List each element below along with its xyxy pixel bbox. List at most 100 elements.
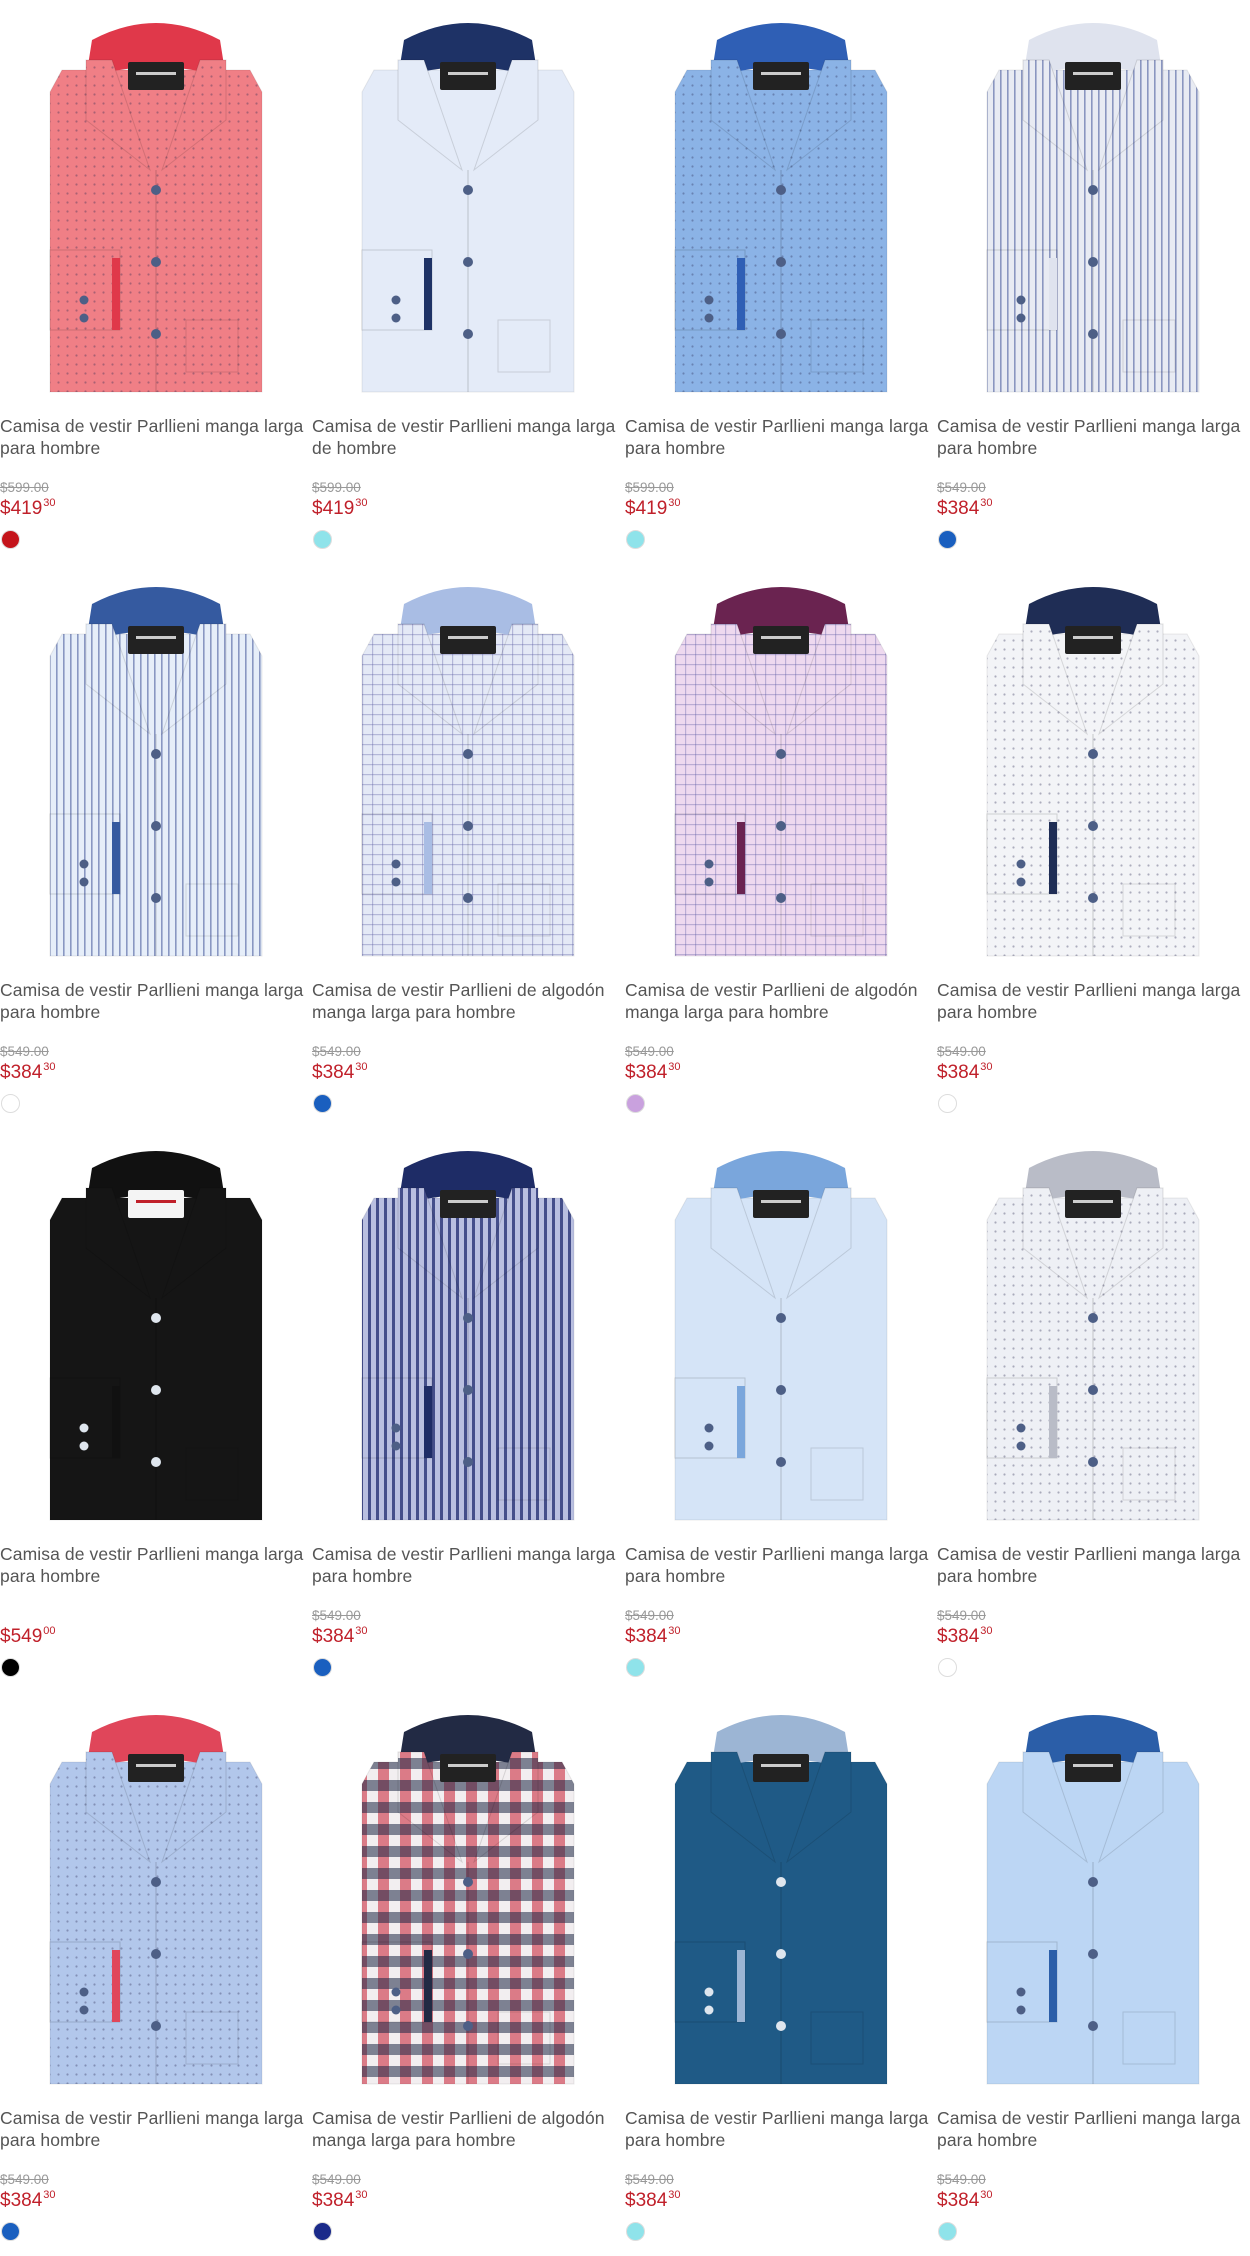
price-integer: $384: [937, 2190, 980, 2211]
price-integer: $419: [0, 498, 43, 519]
original-price: $549.00: [0, 2172, 49, 2187]
original-price: $549.00: [937, 2172, 986, 2187]
color-swatch[interactable]: [1, 530, 20, 549]
product-card[interactable]: Camisa de vestir Parllieni manga larga p…: [937, 0, 1249, 560]
price-integer: $384: [625, 1062, 668, 1083]
product-title[interactable]: Camisa de vestir Parllieni manga larga p…: [625, 2107, 937, 2151]
color-swatch[interactable]: [313, 1094, 332, 1113]
product-image[interactable]: [312, 0, 624, 400]
color-swatch[interactable]: [1, 2222, 20, 2241]
original-price: $549.00: [0, 1044, 49, 1059]
color-swatch[interactable]: [938, 530, 957, 549]
price-cents: 30: [43, 2189, 56, 2201]
color-swatch[interactable]: [313, 2222, 332, 2241]
sale-price: $38430: [937, 2189, 993, 2212]
product-title[interactable]: Camisa de vestir Parllieni manga larga p…: [625, 415, 937, 459]
product-image[interactable]: [625, 564, 937, 964]
sale-price: $38430: [937, 1625, 993, 1648]
price-cents: 30: [355, 497, 368, 509]
product-title[interactable]: Camisa de vestir Parllieni de algodón ma…: [312, 979, 624, 1023]
product-title[interactable]: Camisa de vestir Parllieni manga larga p…: [937, 2107, 1249, 2151]
color-swatch[interactable]: [938, 1094, 957, 1113]
product-title[interactable]: Camisa de vestir Parllieni de algodón ma…: [625, 979, 937, 1023]
sale-price: $41930: [0, 497, 56, 520]
price-integer: $419: [312, 498, 355, 519]
color-swatch[interactable]: [938, 2222, 957, 2241]
product-image[interactable]: [0, 0, 312, 400]
price-integer: $384: [312, 1626, 355, 1647]
product-title[interactable]: Camisa de vestir Parllieni manga larga d…: [312, 415, 624, 459]
product-title[interactable]: Camisa de vestir Parllieni manga larga p…: [0, 2107, 312, 2151]
product-card[interactable]: Camisa de vestir Parllieni manga larga p…: [937, 564, 1249, 1124]
color-swatch[interactable]: [1, 1658, 20, 1677]
sale-price: $38430: [312, 1061, 368, 1084]
product-title[interactable]: Camisa de vestir Parllieni manga larga p…: [312, 1543, 624, 1587]
sale-price: $54900: [0, 1625, 56, 1648]
color-swatch[interactable]: [313, 530, 332, 549]
product-image[interactable]: [312, 1128, 624, 1528]
original-price: $599.00: [625, 480, 674, 495]
product-image[interactable]: [0, 1692, 312, 2092]
product-title[interactable]: Camisa de vestir Parllieni de algodón ma…: [312, 2107, 624, 2151]
color-swatch[interactable]: [626, 530, 645, 549]
original-price: $549.00: [937, 480, 986, 495]
product-image[interactable]: [625, 0, 937, 400]
original-price: $549.00: [625, 2172, 674, 2187]
product-card[interactable]: Camisa de vestir Parllieni manga larga p…: [937, 1692, 1249, 2252]
original-price: $599.00: [0, 480, 49, 495]
product-image[interactable]: [0, 564, 312, 964]
product-card[interactable]: Camisa de vestir Parllieni manga larga d…: [312, 0, 624, 560]
product-image[interactable]: [312, 564, 624, 964]
product-card[interactable]: Camisa de vestir Parllieni de algodón ma…: [625, 564, 937, 1124]
product-card[interactable]: Camisa de vestir Parllieni manga larga p…: [0, 0, 312, 560]
sale-price: $38430: [625, 1061, 681, 1084]
product-image[interactable]: [625, 1692, 937, 2092]
color-swatch[interactable]: [626, 1094, 645, 1113]
product-image[interactable]: [937, 1692, 1249, 2092]
product-card[interactable]: Camisa de vestir Parllieni manga larga p…: [0, 1692, 312, 2252]
product-card[interactable]: Camisa de vestir Parllieni manga larga p…: [312, 1128, 624, 1688]
color-swatch[interactable]: [1, 1094, 20, 1113]
original-price: $549.00: [312, 1608, 361, 1623]
price-cents: 30: [355, 2189, 368, 2201]
original-price: $549.00: [625, 1608, 674, 1623]
sale-price: $38430: [625, 2189, 681, 2212]
color-swatch[interactable]: [626, 1658, 645, 1677]
color-swatch[interactable]: [313, 1658, 332, 1677]
price-cents: 00: [43, 1625, 56, 1637]
price-cents: 30: [668, 1625, 681, 1637]
product-card[interactable]: Camisa de vestir Parllieni de algodón ma…: [312, 1692, 624, 2252]
product-title[interactable]: Camisa de vestir Parllieni manga larga p…: [0, 1543, 312, 1587]
product-title[interactable]: Camisa de vestir Parllieni manga larga p…: [937, 415, 1249, 459]
sale-price: $38430: [0, 1061, 56, 1084]
sale-price: $38430: [937, 1061, 993, 1084]
sale-price: $38430: [312, 2189, 368, 2212]
product-image[interactable]: [937, 1128, 1249, 1528]
product-card[interactable]: Camisa de vestir Parllieni manga larga p…: [0, 1128, 312, 1688]
product-card[interactable]: Camisa de vestir Parllieni manga larga p…: [625, 1128, 937, 1688]
price-integer: $384: [625, 1626, 668, 1647]
sale-price: $38430: [625, 1625, 681, 1648]
product-card[interactable]: Camisa de vestir Parllieni de algodón ma…: [312, 564, 624, 1124]
product-title[interactable]: Camisa de vestir Parllieni manga larga p…: [0, 415, 312, 459]
product-title[interactable]: Camisa de vestir Parllieni manga larga p…: [0, 979, 312, 1023]
product-card[interactable]: Camisa de vestir Parllieni manga larga p…: [625, 0, 937, 560]
product-image[interactable]: [0, 1128, 312, 1528]
product-image[interactable]: [937, 0, 1249, 400]
product-card[interactable]: Camisa de vestir Parllieni manga larga p…: [625, 1692, 937, 2252]
product-image[interactable]: [625, 1128, 937, 1528]
price-integer: $384: [937, 1062, 980, 1083]
original-price: $549.00: [937, 1608, 986, 1623]
product-image[interactable]: [312, 1692, 624, 2092]
product-title[interactable]: Camisa de vestir Parllieni manga larga p…: [625, 1543, 937, 1587]
price-cents: 30: [43, 1061, 56, 1073]
product-card[interactable]: Camisa de vestir Parllieni manga larga p…: [937, 1128, 1249, 1688]
price-integer: $384: [937, 1626, 980, 1647]
product-image[interactable]: [937, 564, 1249, 964]
color-swatch[interactable]: [626, 2222, 645, 2241]
product-title[interactable]: Camisa de vestir Parllieni manga larga p…: [937, 1543, 1249, 1587]
color-swatch[interactable]: [938, 1658, 957, 1677]
product-title[interactable]: Camisa de vestir Parllieni manga larga p…: [937, 979, 1249, 1023]
product-card[interactable]: Camisa de vestir Parllieni manga larga p…: [0, 564, 312, 1124]
price-cents: 30: [355, 1625, 368, 1637]
